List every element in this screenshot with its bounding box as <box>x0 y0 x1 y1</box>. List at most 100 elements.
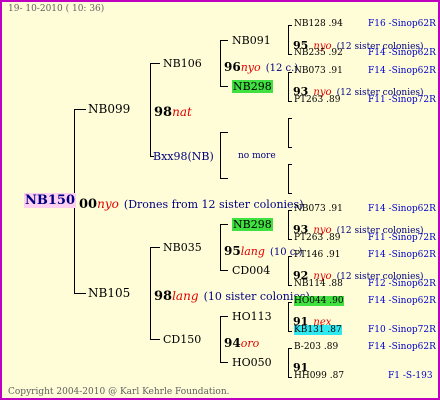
connector <box>288 72 289 102</box>
great-grandparent-node-5[interactable]: HO113 <box>232 310 272 323</box>
grandparent-node-1[interactable]: NB106 <box>163 57 202 70</box>
grandparent-node-4-gen: 94 <box>224 336 241 350</box>
ancestor-score: .89 <box>323 342 339 352</box>
ancestor-row-5[interactable]: NB073 .91 <box>294 204 343 214</box>
parent-node-2-gen: 98 <box>154 289 173 304</box>
pedigree-frame: 19- 10-2010 ( 10: 36) Copyright 2004-201… <box>0 0 440 400</box>
connector <box>220 224 228 225</box>
ancestor-score: .89 <box>326 233 341 243</box>
grandparent-node-3-gen: 95 <box>224 244 241 258</box>
ancestor-row-8[interactable]: NB114 .88 <box>294 279 343 289</box>
ancestor-score: .87 <box>329 371 345 381</box>
connector <box>288 25 292 26</box>
ancestor-id: KB131 <box>294 325 325 335</box>
connector <box>220 86 228 87</box>
ancestor-id: NB114 <box>294 279 326 289</box>
ancestor-score: .90 <box>329 296 344 306</box>
connector <box>288 377 292 378</box>
ancestor-source: F12 -Sinop62R <box>368 279 436 289</box>
ancestor-row-1[interactable]: NB128 .94 <box>294 19 343 29</box>
connector <box>150 247 160 248</box>
grandparent-node-4[interactable]: CD150 <box>163 333 201 346</box>
ancestor-score: .91 <box>328 204 343 214</box>
root-gen: 00 <box>79 197 98 212</box>
connector <box>288 210 289 240</box>
connector <box>288 118 289 148</box>
ancestor-id: HH099 <box>294 371 327 381</box>
ancestor-id: PT263 <box>294 95 324 105</box>
ancestor-row-12[interactable]: HH099 .87 <box>294 371 344 381</box>
ancestor-row-9[interactable]: HO044 .90 <box>294 296 344 306</box>
ancestor-id: NB235 <box>294 48 326 58</box>
connector <box>150 247 151 340</box>
ancestor-row-2[interactable]: NB235 .92 <box>294 48 343 58</box>
connector <box>288 164 292 165</box>
ancestor-row-11[interactable]: B-203 .89 <box>294 342 338 352</box>
ancestor-id-highlight: HO044 .90 <box>294 296 344 306</box>
connector <box>288 54 292 55</box>
parent-node-1-gen: 98 <box>154 105 173 120</box>
grandparent-node-2-note: no more <box>238 151 276 161</box>
ancestor-source: F14 -Sinop62R <box>368 66 436 76</box>
root-summary: 00nyo (Drones from 12 sister colonies) <box>79 193 304 212</box>
ancestor-score: .89 <box>326 95 341 105</box>
grandparent-node-2[interactable]: Bxx98(NB) <box>153 150 214 163</box>
great-grandparent-node-2[interactable]: NB298 <box>232 80 273 93</box>
ancestor-score: .94 <box>328 19 343 29</box>
ancestor-id-highlight: KB131 .87 <box>294 325 342 335</box>
ancestor-id: B-203 <box>294 342 321 352</box>
grandparent-node-3-mark: lang <box>240 245 265 258</box>
ancestor-id: PT263 <box>294 233 324 243</box>
copyright-text: Copyright 2004-2010 @ Karl Kehrle Founda… <box>8 387 230 397</box>
grandparent-node-4-summary: 94oro <box>224 332 259 351</box>
parent-node-1[interactable]: NB099 <box>88 102 130 116</box>
ancestor-source: F14 -Sinop62R <box>368 342 436 352</box>
great-grandparent-node-1[interactable]: NB091 <box>232 34 271 47</box>
report-date: 19- 10-2010 ( 10: 36) <box>8 4 105 14</box>
connector <box>288 256 289 286</box>
connector <box>74 109 86 110</box>
ancestor-id: PT146 <box>294 250 324 260</box>
ancestor-row-6[interactable]: PT263 .89 <box>294 233 340 243</box>
grandparent-node-4-mark: oro <box>240 337 260 350</box>
parent-node-1-mark: nat <box>172 105 192 119</box>
connector <box>288 348 292 349</box>
connector <box>288 331 292 332</box>
ancestor-id: HO044 <box>294 296 327 306</box>
ancestor-row-7[interactable]: PT146 .91 <box>294 250 340 260</box>
ancestor-score: .91 <box>326 250 341 260</box>
ancestor-source: F11 -Sinop72R <box>368 233 436 243</box>
ancestor-source: F11 -Sinop72R <box>368 95 436 105</box>
great-grandparent-node-4[interactable]: CD004 <box>232 264 270 277</box>
great-grandparent-node-3[interactable]: NB298 <box>232 218 273 231</box>
connector <box>288 101 292 102</box>
ancestor-id: NB073 <box>294 66 326 76</box>
connector <box>288 164 289 194</box>
ancestor-row-4[interactable]: PT263 .89 <box>294 95 340 105</box>
connector <box>220 316 221 363</box>
ancestor-id: NB128 <box>294 19 326 29</box>
ancestor-source: F14 -Sinop62R <box>368 250 436 260</box>
grandparent-node-1-mark: nyo <box>240 61 261 74</box>
ancestor-source: F14 -Sinop62R <box>368 48 436 58</box>
grandparent-node-3[interactable]: NB035 <box>163 241 202 254</box>
grandparent-node-1-summary: 96nyo (12 c.) <box>224 56 298 75</box>
parent-node-2-summary: 98lang (10 sister colonies) <box>154 285 310 304</box>
parent-node-2[interactable]: NB105 <box>88 286 130 300</box>
connector <box>288 147 292 148</box>
ancestor-id: NB073 <box>294 204 326 214</box>
connector <box>288 302 289 332</box>
grandparent-node-1-gen: 96 <box>224 60 241 74</box>
ancestor-row-10[interactable]: KB131 .87 <box>294 325 342 335</box>
connector <box>220 40 228 41</box>
great-grandparent-node-6[interactable]: HO050 <box>232 356 272 369</box>
ancestor-source: F14 -Sinop62R <box>368 204 436 214</box>
connector <box>74 293 86 294</box>
root-queen-id[interactable]: NB150 <box>24 193 77 208</box>
ancestor-source: F1 -S-193 <box>388 371 433 381</box>
ancestor-score: .92 <box>328 48 343 58</box>
connector <box>220 132 221 179</box>
ancestor-source: F10 -Sinop72R <box>368 325 436 335</box>
ancestor-row-3[interactable]: NB073 .91 <box>294 66 343 76</box>
ancestor-score: .87 <box>327 325 342 335</box>
